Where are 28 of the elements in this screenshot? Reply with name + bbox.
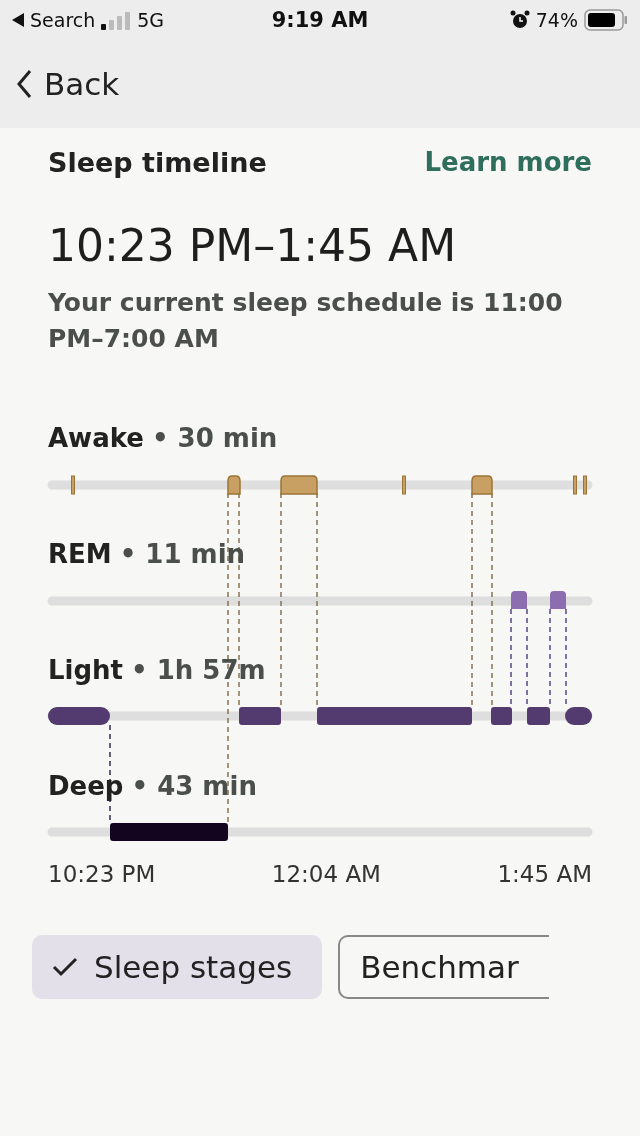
filter-chip[interactable]: Benchmar [338,935,549,999]
learn-more-link[interactable]: Learn more [424,147,592,177]
section-title: Sleep timeline [48,146,267,178]
back-arrow-icon [12,13,24,27]
alarm-icon [509,10,530,30]
battery-icon [584,9,628,31]
back-app-label[interactable]: Search [30,9,96,31]
stage-name: Light [48,655,124,685]
back-button[interactable]: Back [16,66,120,102]
stage-name: Deep [48,771,124,801]
stage-duration: • 43 min [131,771,257,801]
battery-percent: 74% [535,9,578,31]
axis-label: 10:23 PM [48,861,156,887]
chevron-left-icon [16,69,32,99]
sleep-range: 10:23 PM–1:45 AM [48,220,458,271]
filter-chip[interactable]: Sleep stages [32,935,323,999]
stage-name: REM [48,539,112,569]
stage-duration: • 1h 57m [131,655,266,685]
stage-name: Awake [48,423,144,453]
stage-duration: • 11 min [119,539,246,569]
axis-label: 1:45 AM [497,861,592,887]
signal-icon [101,10,132,30]
network-label: 5G [137,9,165,31]
schedule-text: Your current sleep schedule is 11:00 PM–7:00 AM [48,287,564,355]
check-icon [52,957,78,977]
stage-duration: • 30 min [151,423,278,453]
axis-label: 12:04 AM [271,861,381,887]
clock: 9:19 AM [271,8,369,32]
